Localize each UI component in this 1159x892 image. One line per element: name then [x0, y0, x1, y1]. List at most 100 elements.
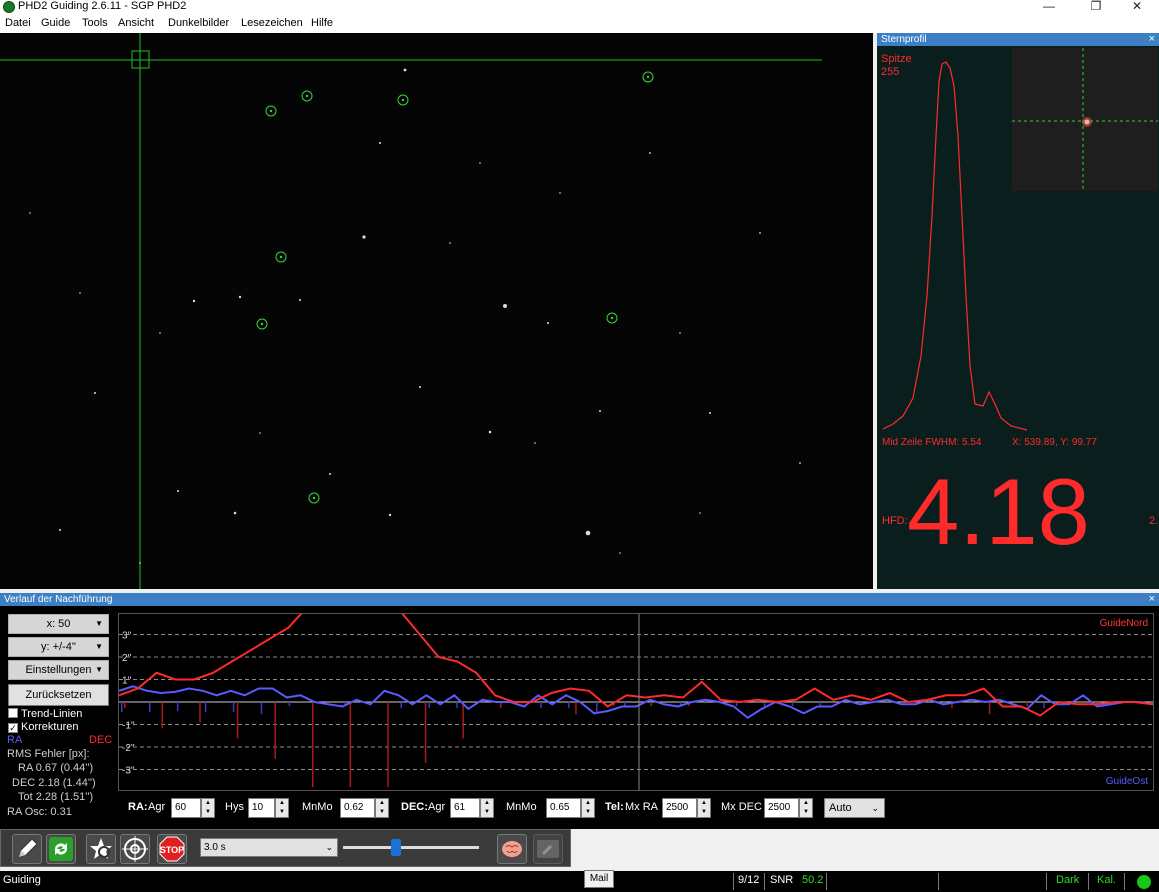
y-scale-dropdown[interactable]: y: +/-4'' ▼ [8, 637, 109, 657]
dec-agr-spinner[interactable]: ▲ ▼ [480, 798, 494, 818]
corrections-checkbox[interactable]: ✓ [8, 723, 18, 733]
correction-bar [424, 702, 427, 763]
crosshair-icon [122, 836, 148, 862]
correction-bar [176, 702, 179, 712]
correction-bar [148, 702, 151, 713]
menu-lesezeichen[interactable]: Lesezeichen [241, 17, 303, 29]
tel-label: Tel: [605, 801, 624, 813]
chevron-down-icon: ▼ [95, 665, 103, 674]
menu-ansicht[interactable]: Ansicht [118, 17, 154, 29]
ra-legend: RA [7, 734, 23, 746]
rms-dec: DEC 2.18 (1.44'') [12, 777, 96, 789]
minimize-button[interactable]: — [1029, 0, 1069, 14]
guide-history-header: Verlauf der Nachführung × [0, 593, 1159, 606]
corrections-label: Korrekturen [21, 721, 79, 733]
correction-bar [462, 702, 464, 739]
tooltip: Mail [584, 870, 614, 888]
guide-history-title: Verlauf der Nachführung [4, 594, 113, 605]
dec-mnmo-spinner[interactable]: ▲ ▼ [581, 798, 595, 818]
correction-bar [819, 702, 822, 707]
settings-dropdown[interactable]: Einstellungen ▼ [8, 660, 109, 680]
y-tick-label: -2'' [122, 743, 135, 754]
loop-exposure-button[interactable] [46, 834, 76, 864]
hys-spinner[interactable]: ▲ ▼ [275, 798, 289, 818]
frame-counter: 9/12 [738, 874, 760, 886]
status-bar: Guiding 9/12 SNR 50.2 Dark Kal. [0, 871, 1159, 892]
dec-mode-value: Auto [829, 802, 852, 814]
chevron-down-icon: ⌄ [325, 842, 333, 852]
correction-bar [988, 702, 991, 715]
ra-agr-spinner[interactable]: ▲ ▼ [201, 798, 215, 818]
dec-mnmo-input[interactable]: 0.65 [546, 798, 581, 818]
correction-bar [568, 702, 570, 709]
star-field [0, 33, 822, 589]
correction-bar [387, 702, 389, 787]
brain-settings-button[interactable] [497, 834, 527, 864]
calibrate-button[interactable] [120, 834, 150, 864]
guide-history-close-button[interactable]: × [1149, 593, 1155, 606]
star-profile-panel: Sternprofil × Spitze 255 Mid Zeile FWHM:… [877, 33, 1159, 589]
menu-hilfe[interactable]: Hilfe [311, 17, 333, 29]
exposure-select[interactable]: 3.0 s ⌄ [200, 838, 338, 857]
mx-dec-input[interactable]: 2500 [764, 798, 799, 818]
correction-bar [124, 702, 126, 709]
mx-ra-spinner[interactable]: ▲ ▼ [697, 798, 711, 818]
trend-lines-checkbox[interactable] [8, 708, 18, 718]
reset-button[interactable]: Zurücksetzen [8, 684, 109, 706]
trend-lines-row[interactable]: Trend-Linien [8, 708, 82, 720]
mx-dec-spinner[interactable]: ▲ ▼ [799, 798, 813, 818]
correction-bar [236, 702, 239, 739]
correction-bar [232, 702, 235, 713]
rms-tot: Tot 2.28 (1.51'') [18, 791, 94, 803]
dec-agr-input[interactable]: 61 [450, 798, 480, 818]
correction-bar [199, 702, 201, 723]
ra-agr-label: Agr [148, 801, 166, 813]
camera-image-view[interactable] [0, 33, 873, 589]
mx-ra-input[interactable]: 2500 [662, 798, 697, 818]
star-profile-close-button[interactable]: × [1149, 33, 1155, 46]
x-scale-dropdown[interactable]: x: 50 ▼ [8, 614, 109, 634]
hys-input[interactable]: 10 [248, 798, 275, 818]
connection-status-icon [1137, 875, 1151, 889]
guide-star-markers [256, 71, 654, 504]
guide-star-dots [260, 75, 650, 500]
menu-tools[interactable]: Tools [82, 17, 108, 29]
y-tick-label: 3'' [122, 631, 131, 642]
close-button[interactable]: ✕ [1117, 0, 1157, 14]
correction-bar [121, 702, 123, 713]
ra-mnmo-input[interactable]: 0.62 [340, 798, 375, 818]
dec-mode-select[interactable]: Auto ⌄ [824, 798, 885, 818]
gamma-slider-thumb[interactable] [391, 839, 401, 856]
ra-mnmo-label: MnMo [302, 801, 333, 813]
guide-tool-button[interactable] [533, 834, 563, 864]
app-icon [3, 1, 15, 13]
dec-agr-label: Agr [428, 801, 446, 813]
ra-agr-input[interactable]: 60 [171, 798, 201, 818]
status-message: Guiding [3, 874, 41, 886]
pencil-icon [18, 838, 38, 858]
restore-button[interactable]: ❐ [1076, 0, 1116, 14]
wrench-icon [537, 840, 559, 858]
y-tick-label: 2'' [122, 653, 131, 664]
menu-datei[interactable]: Datei [5, 17, 31, 29]
ra-osc: RA Osc: 0.31 [7, 806, 72, 818]
gamma-slider-track[interactable] [343, 846, 479, 849]
rms-ra: RA 0.67 (0.44'') [18, 762, 94, 774]
corrections-row[interactable]: ✓ Korrekturen [8, 721, 78, 733]
menu-guide[interactable]: Guide [41, 17, 70, 29]
stop-button[interactable]: STOP [157, 834, 187, 864]
menu-dunkelbilder[interactable]: Dunkelbilder [168, 17, 229, 29]
auto-select-star-button[interactable] [86, 834, 116, 864]
title-bar: PHD2 Guiding 2.6.11 - SGP PHD2 — ❐ ✕ [0, 0, 1159, 14]
guide-graph[interactable]: 3'' 2'' 1'' -1'' -2'' -3'' GuideNord GuideOst [118, 583, 1154, 791]
use-camera-button[interactable] [12, 834, 42, 864]
correction-bar [575, 702, 577, 715]
correction-bar [456, 702, 458, 709]
correction-bar [349, 702, 352, 787]
y-tick-label: 1'' [122, 676, 131, 687]
correction-bar [204, 702, 207, 713]
correction-bars [121, 702, 1101, 787]
ra-mnmo-spinner[interactable]: ▲ ▼ [375, 798, 389, 818]
trend-lines-label: Trend-Linien [21, 708, 83, 720]
correction-bar [400, 702, 402, 709]
